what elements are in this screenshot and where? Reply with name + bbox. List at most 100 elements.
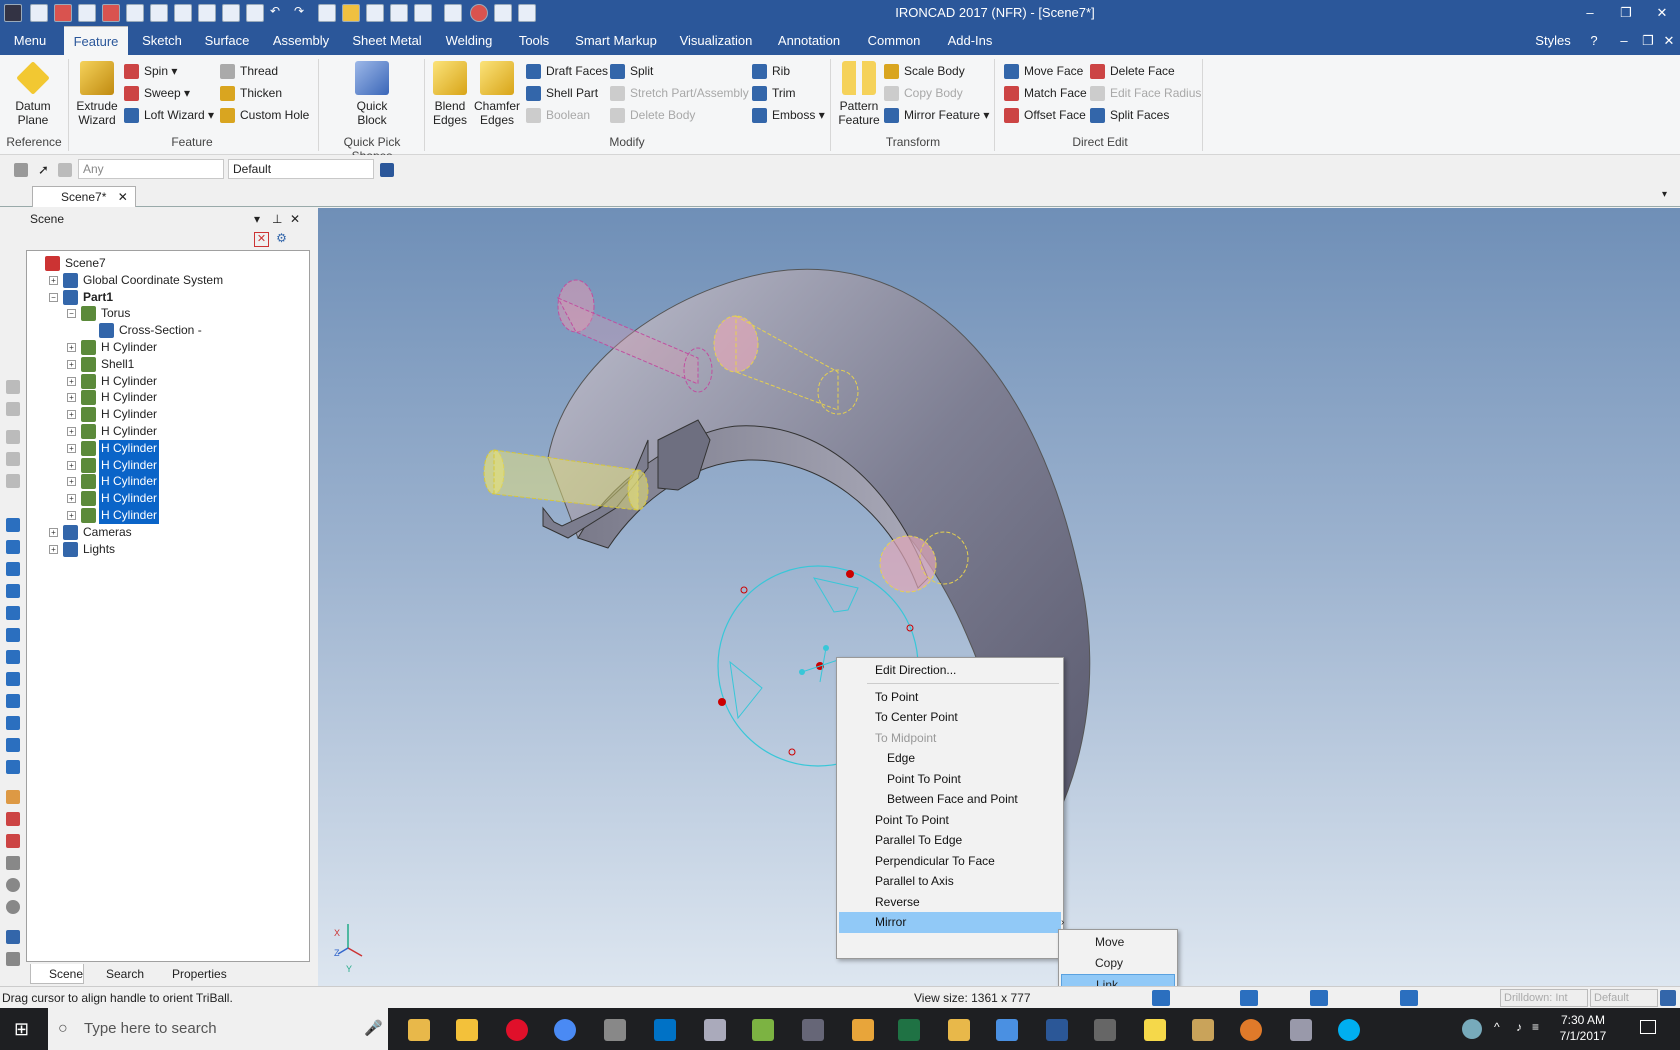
filter-options-icon[interactable] xyxy=(58,163,72,177)
calculator-icon[interactable] xyxy=(1094,1019,1116,1041)
tab-common[interactable]: Common xyxy=(862,26,926,55)
expand-toggle-icon[interactable]: + xyxy=(67,427,76,436)
eye-icon[interactable] xyxy=(6,812,20,826)
boolean-button[interactable]: Boolean xyxy=(526,106,590,124)
tab-surface[interactable]: Surface xyxy=(200,26,254,55)
measure-icon[interactable] xyxy=(6,790,20,804)
context-menu-item[interactable]: Point To Point xyxy=(839,769,1061,790)
tree-node[interactable]: − Part1 xyxy=(27,289,307,306)
expand-toggle-icon[interactable]: + xyxy=(67,511,76,520)
minimize-button[interactable]: – xyxy=(1578,3,1602,23)
tab-annotation[interactable]: Annotation xyxy=(772,26,846,55)
app-icon[interactable] xyxy=(1192,1019,1214,1041)
view-icon[interactable] xyxy=(6,694,20,708)
context-menu-item[interactable]: To Center Point xyxy=(839,707,1061,728)
document-tab[interactable]: Scene7* ✕ xyxy=(32,186,136,207)
tab-add-ins[interactable]: Add-Ins xyxy=(940,26,1000,55)
tree-node[interactable]: + Lights xyxy=(27,541,307,558)
tree-node[interactable]: + H Cylinder xyxy=(27,439,307,457)
tab-feature[interactable]: Feature xyxy=(64,26,128,55)
outlook-icon[interactable] xyxy=(654,1019,676,1041)
tool-icon[interactable] xyxy=(6,474,20,488)
offset-face-button[interactable]: Offset Face xyxy=(1004,106,1086,124)
mirror-submenu-item[interactable]: Move xyxy=(1061,932,1175,953)
app-icon[interactable] xyxy=(704,1019,726,1041)
spin-button[interactable]: Spin ▾ xyxy=(124,62,177,80)
windows-start-icon[interactable]: ⊞ xyxy=(14,1020,29,1038)
expand-toggle-icon[interactable]: + xyxy=(49,527,58,537)
selection-filter-combo[interactable]: Any xyxy=(78,159,224,179)
context-menu-item[interactable]: Parallel to Axis xyxy=(839,871,1061,892)
tree-node[interactable]: + H Cylinder xyxy=(27,507,307,524)
view-icon[interactable] xyxy=(6,760,20,774)
tree-node[interactable]: + Shell1 xyxy=(27,356,307,373)
file-explorer-icon[interactable] xyxy=(456,1019,478,1041)
app-icon[interactable] xyxy=(752,1019,774,1041)
view-icon[interactable] xyxy=(6,716,20,730)
tab-list-dropdown-icon[interactable]: ▾ xyxy=(1662,189,1667,200)
expand-toggle-icon[interactable]: + xyxy=(67,460,76,470)
tree-node[interactable]: + H Cylinder xyxy=(27,490,307,508)
notification-icon[interactable] xyxy=(1640,1020,1656,1034)
mirror-feature-button[interactable]: Mirror Feature ▾ xyxy=(884,106,989,124)
context-menu-item[interactable]: Parallel To Edge xyxy=(839,830,1061,851)
tree-node[interactable]: + H Cylinder xyxy=(27,406,307,423)
expand-toggle-icon[interactable]: − xyxy=(67,309,76,319)
default-combo[interactable]: Default xyxy=(1590,989,1658,1007)
view-icon[interactable] xyxy=(6,650,20,664)
ribbon-minimize-icon[interactable]: – xyxy=(1614,26,1634,55)
tree-node[interactable]: Cross-Section - xyxy=(27,322,307,339)
select-cursor-icon[interactable]: ➚ xyxy=(38,163,52,177)
shell-part-button[interactable]: Shell Part xyxy=(526,84,598,102)
excel-icon[interactable] xyxy=(898,1019,920,1041)
tab-tools[interactable]: Tools xyxy=(512,26,556,55)
app-icon[interactable] xyxy=(1290,1019,1312,1041)
sweep-button[interactable]: Sweep ▾ xyxy=(124,84,190,102)
custom-hole-button[interactable]: Custom Hole xyxy=(220,106,309,124)
expand-toggle-icon[interactable]: + xyxy=(67,410,76,420)
angle-icon[interactable] xyxy=(6,856,20,870)
context-menu-item[interactable]: Between Face and Point xyxy=(839,789,1061,810)
delete-body-button[interactable]: Delete Body xyxy=(610,106,695,124)
pin-icon[interactable]: ⊥ xyxy=(272,208,282,230)
taskbar-clock[interactable]: 7:30 AM 7/1/2017 xyxy=(1548,1012,1618,1044)
scale-body-button[interactable]: Scale Body xyxy=(884,62,965,80)
tree-node[interactable]: + H Cylinder xyxy=(27,373,307,390)
match-face-button[interactable]: Match Face xyxy=(1004,84,1087,102)
view-icon[interactable] xyxy=(6,606,20,620)
quick-block-button[interactable]: Quick Block xyxy=(350,61,394,127)
drilldown-combo[interactable]: Drilldown: Int xyxy=(1500,989,1588,1007)
display-icon[interactable] xyxy=(1400,990,1418,1006)
word-icon[interactable] xyxy=(1046,1019,1068,1041)
tree-node[interactable]: + H Cylinder xyxy=(27,473,307,491)
expand-toggle-icon[interactable]: + xyxy=(67,477,76,487)
close-tab-icon[interactable]: ✕ xyxy=(118,190,128,204)
expand-toggle-icon[interactable]: + xyxy=(67,359,76,369)
sticky-notes-icon[interactable] xyxy=(1144,1019,1166,1041)
emboss-button[interactable]: Emboss ▾ xyxy=(752,106,825,124)
expand-toggle-icon[interactable]: + xyxy=(67,376,76,386)
tab-sheet-metal[interactable]: Sheet Metal xyxy=(350,26,424,55)
expand-toggle-icon[interactable]: + xyxy=(49,544,58,554)
context-menu-item[interactable]: Mirror xyxy=(839,912,1061,933)
tree-node[interactable]: Scene7 xyxy=(27,255,307,272)
context-menu-item[interactable]: Perpendicular To Face xyxy=(839,851,1061,872)
close-button[interactable]: ✕ xyxy=(1650,3,1674,23)
context-menu-item[interactable]: Edge xyxy=(839,748,1061,769)
context-menu-item[interactable]: Edit Direction... xyxy=(839,660,1061,681)
tool-icon[interactable] xyxy=(6,952,20,966)
edit-face-radius-button[interactable]: Edit Face Radius xyxy=(1090,84,1201,102)
draft-faces-button[interactable]: Draft Faces xyxy=(526,62,608,80)
styles-menu[interactable]: Styles xyxy=(1528,26,1578,55)
circle-icon[interactable] xyxy=(6,878,20,892)
help-tray-icon[interactable] xyxy=(1462,1019,1482,1039)
style-combo[interactable]: Default xyxy=(228,159,374,179)
tab-properties[interactable]: Properties xyxy=(154,964,234,984)
expand-toggle-icon[interactable]: + xyxy=(67,393,76,403)
expand-toggle-icon[interactable]: − xyxy=(49,292,58,302)
tool-icon[interactable] xyxy=(6,402,20,416)
tab-visualization[interactable]: Visualization xyxy=(676,26,756,55)
ribbon-close-icon[interactable]: ✕ xyxy=(1660,26,1678,55)
tool-icon[interactable] xyxy=(6,930,20,944)
expand-toggle-icon[interactable]: + xyxy=(67,343,76,352)
